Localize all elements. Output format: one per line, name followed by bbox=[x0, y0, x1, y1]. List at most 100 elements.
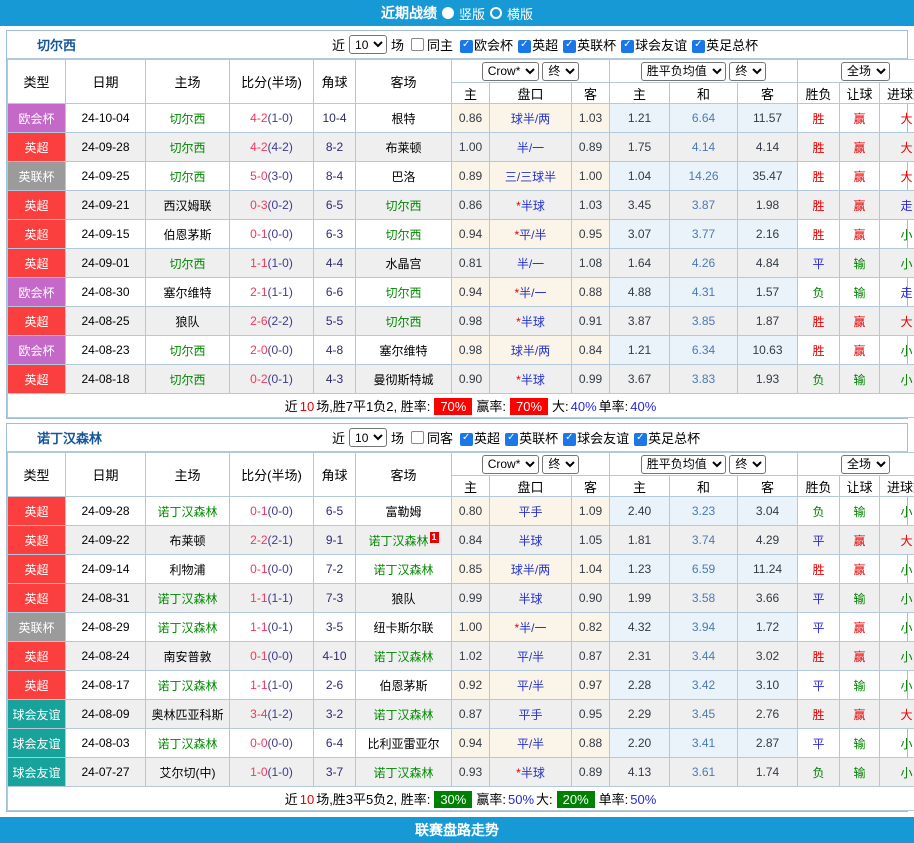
win-odds: 4.88 bbox=[610, 278, 670, 307]
team-label: 富勒姆 bbox=[385, 505, 421, 519]
bottom-section-title: 联赛盘路走势 bbox=[415, 822, 499, 838]
result-goals: 小 bbox=[880, 729, 914, 758]
handicap-home-odds: 0.87 bbox=[452, 700, 490, 729]
bookmaker-select[interactable]: Crow* bbox=[482, 455, 539, 474]
result-goals: 大 bbox=[880, 104, 914, 133]
fulltime-score: 3-4 bbox=[250, 707, 267, 721]
handicap-line-label: 平/半 bbox=[517, 737, 544, 751]
team-panel-forest: 诺丁汉森林 近 10 场 同客 英超英联杯球会友谊英足总杯 类型 日期 bbox=[6, 423, 908, 812]
match-type-badge: 英超 bbox=[8, 307, 66, 336]
league-checkbox[interactable] bbox=[505, 433, 518, 446]
home-team: 诺丁汉森林 bbox=[146, 584, 230, 613]
handicap-line: 半球 bbox=[490, 526, 572, 555]
vertical-layout-radio[interactable] bbox=[442, 7, 454, 19]
handicap-line-label: 平手 bbox=[518, 708, 542, 722]
summary-text: 50% bbox=[630, 792, 656, 807]
draw-odds: 3.23 bbox=[670, 497, 738, 526]
league-checkbox[interactable] bbox=[563, 433, 576, 446]
team-label: 利物浦 bbox=[169, 563, 205, 577]
sub-col-5: 客 bbox=[738, 83, 798, 104]
league-checkbox[interactable] bbox=[563, 40, 576, 53]
league-checkbox-label: 英足总杯 bbox=[706, 38, 758, 53]
handicap-home-odds: 0.80 bbox=[452, 497, 490, 526]
scope-select[interactable]: 全场 bbox=[841, 62, 890, 81]
avg-odds-select[interactable]: 胜平负均值 bbox=[641, 455, 726, 474]
lose-odds: 1.72 bbox=[738, 613, 798, 642]
corner-count: 4-4 bbox=[314, 249, 356, 278]
match-row: 英联杯24-08-29诺丁汉森林1-1(0-1)3-5纽卡斯尔联1.00*半/一… bbox=[8, 613, 914, 642]
final-odds-select-2[interactable]: 终 bbox=[729, 455, 766, 474]
avg-odds-select[interactable]: 胜平负均值 bbox=[641, 62, 726, 81]
result-wdl: 平 bbox=[798, 526, 840, 555]
halftime-score: (0-1) bbox=[268, 372, 293, 386]
halftime-score: (1-0) bbox=[268, 678, 293, 692]
match-date: 24-09-28 bbox=[66, 497, 146, 526]
away-team: 切尔西 bbox=[356, 220, 452, 249]
handicap-away-odds: 0.84 bbox=[572, 336, 610, 365]
recent-count-select[interactable]: 10 bbox=[349, 35, 387, 54]
draw-odds: 14.26 bbox=[670, 162, 738, 191]
recent-count-select[interactable]: 10 bbox=[349, 428, 387, 447]
home-team: 切尔西 bbox=[146, 104, 230, 133]
team-label: 切尔西 bbox=[385, 286, 421, 300]
league-checkbox[interactable] bbox=[621, 40, 634, 53]
league-checkbox[interactable] bbox=[460, 40, 473, 53]
fulltime-score: 4-2 bbox=[250, 111, 267, 125]
handicap-line: *半球 bbox=[490, 191, 572, 220]
sub-col-0: 主 bbox=[452, 476, 490, 497]
result-handicap: 输 bbox=[840, 249, 880, 278]
result-handicap: 赢 bbox=[840, 307, 880, 336]
handicap-away-odds: 0.91 bbox=[572, 307, 610, 336]
result-wdl: 胜 bbox=[798, 162, 840, 191]
bookmaker-select[interactable]: Crow* bbox=[482, 62, 539, 81]
win-odds: 1.21 bbox=[610, 336, 670, 365]
lose-odds: 1.98 bbox=[738, 191, 798, 220]
final-odds-select[interactable]: 终 bbox=[542, 62, 579, 81]
away-team: 诺丁汉森林 bbox=[356, 555, 452, 584]
vertical-layout-label[interactable]: 竖版 bbox=[459, 4, 485, 23]
sub-col-3: 主 bbox=[610, 83, 670, 104]
lose-odds: 11.57 bbox=[738, 104, 798, 133]
league-checkbox[interactable] bbox=[460, 433, 473, 446]
team-label: 伯恩茅斯 bbox=[379, 679, 427, 693]
away-team: 巴洛 bbox=[356, 162, 452, 191]
result-goals: 小 bbox=[880, 249, 914, 278]
match-type-badge: 英超 bbox=[8, 584, 66, 613]
result-handicap: 输 bbox=[840, 278, 880, 307]
fulltime-score: 1-0 bbox=[250, 765, 267, 779]
handicap-line-label: 半球 bbox=[521, 766, 545, 780]
league-checkbox[interactable] bbox=[518, 40, 531, 53]
fulltime-score: 1-1 bbox=[250, 678, 267, 692]
top-title-bar: 近期战绩 竖版 横版 bbox=[0, 0, 914, 26]
lose-odds: 4.29 bbox=[738, 526, 798, 555]
team-label: 诺丁汉森林 bbox=[157, 679, 217, 693]
league-checkbox[interactable] bbox=[634, 433, 647, 446]
lose-odds: 4.84 bbox=[738, 249, 798, 278]
final-odds-select[interactable]: 终 bbox=[542, 455, 579, 474]
horizontal-layout-label[interactable]: 横版 bbox=[507, 4, 533, 23]
handicap-line: 球半/两 bbox=[490, 336, 572, 365]
summary-text: 10 bbox=[300, 792, 314, 807]
home-team: 诺丁汉森林 bbox=[146, 497, 230, 526]
halftime-score: (0-1) bbox=[268, 620, 293, 634]
league-checkbox[interactable] bbox=[692, 40, 705, 53]
home-team: 切尔西 bbox=[146, 162, 230, 191]
team-label: 奥林匹亚科斯 bbox=[151, 708, 223, 722]
scope-select[interactable]: 全场 bbox=[841, 455, 890, 474]
result-goals: 小 bbox=[880, 220, 914, 249]
match-type-badge: 英超 bbox=[8, 526, 66, 555]
same-venue-checkbox[interactable] bbox=[411, 431, 424, 444]
handicap-home-odds: 1.00 bbox=[452, 133, 490, 162]
same-venue-checkbox[interactable] bbox=[411, 38, 424, 51]
draw-odds: 3.41 bbox=[670, 729, 738, 758]
sub-col-4: 和 bbox=[670, 476, 738, 497]
handicap-line-label: 半球 bbox=[521, 199, 545, 213]
fulltime-score: 2-2 bbox=[250, 533, 267, 547]
col-score: 比分(半场) bbox=[230, 453, 314, 497]
horizontal-layout-radio[interactable] bbox=[490, 7, 502, 19]
halftime-score: (0-0) bbox=[268, 562, 293, 576]
match-date: 24-10-04 bbox=[66, 104, 146, 133]
home-team: 切尔西 bbox=[146, 249, 230, 278]
draw-odds: 3.77 bbox=[670, 220, 738, 249]
final-odds-select-2[interactable]: 终 bbox=[729, 62, 766, 81]
